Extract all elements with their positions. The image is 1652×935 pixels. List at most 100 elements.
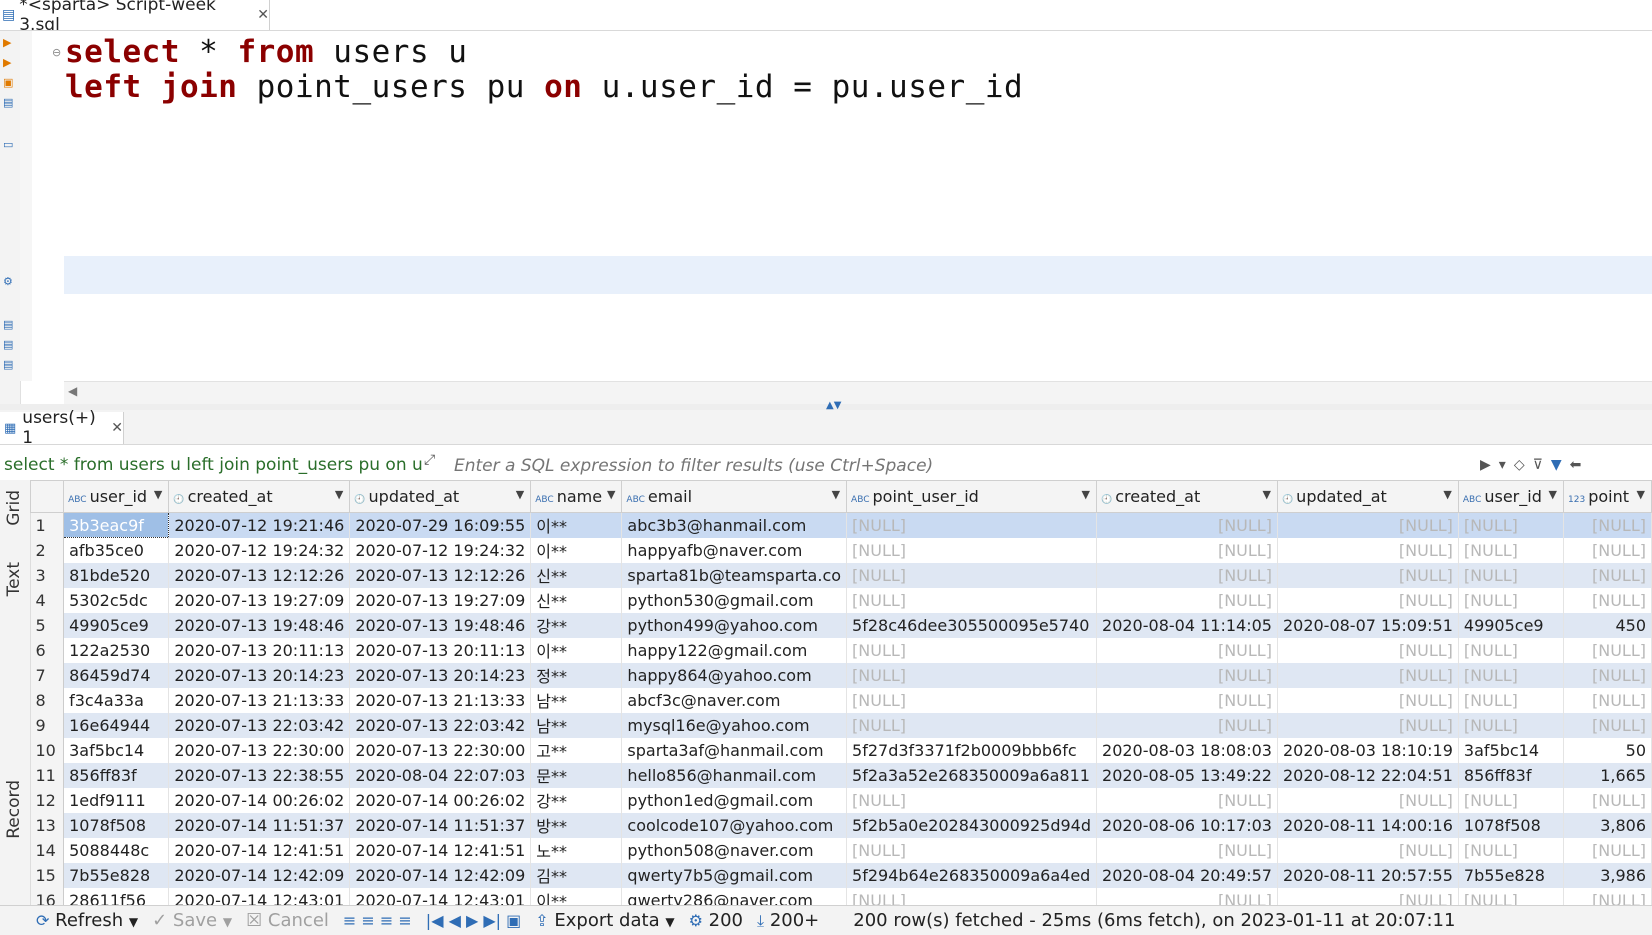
table-cell[interactable]: 5088448c bbox=[63, 837, 170, 863]
table-cell[interactable]: 2020-07-14 12:41:51 bbox=[168, 837, 351, 863]
table-cell[interactable]: 2020-07-14 11:51:37 bbox=[349, 812, 532, 838]
column-header[interactable]: 🕘 updated_at ▼ bbox=[349, 480, 532, 513]
column-header[interactable]: 🕘 created_at ▼ bbox=[1096, 480, 1278, 513]
table-cell[interactable]: python530@gmail.com bbox=[621, 587, 848, 613]
history-dropdown-icon[interactable]: ▾ bbox=[1499, 457, 1506, 473]
navigation-icons[interactable]: |◀ ◀ ▶ ▶| ▣ bbox=[426, 911, 521, 930]
table-cell[interactable]: 2020-07-13 22:30:00 bbox=[168, 737, 351, 763]
table-row[interactable]: 12 1edf9111 2020-07-14 00:26:02 2020-07-14 … bbox=[30, 787, 1652, 813]
table-cell[interactable]: [NULL] bbox=[1096, 587, 1278, 613]
table-cell[interactable]: [NULL] bbox=[846, 787, 1098, 813]
table-row[interactable]: 10 3af5bc14 2020-07-13 22:30:00 2020-07-13 … bbox=[30, 737, 1652, 763]
table-cell[interactable]: [NULL] bbox=[1563, 887, 1652, 905]
table-cell[interactable]: 2020-07-13 19:27:09 bbox=[168, 587, 351, 613]
sort-icon[interactable]: ▼ bbox=[1443, 488, 1451, 501]
table-cell[interactable]: 2020-08-03 18:10:19 bbox=[1277, 737, 1459, 763]
table-cell[interactable]: 2020-07-12 19:24:32 bbox=[349, 537, 532, 563]
table-cell[interactable]: [NULL] bbox=[1563, 662, 1652, 688]
table-cell[interactable]: 81bde520 bbox=[63, 562, 170, 588]
table-cell[interactable]: 2020-08-12 22:04:51 bbox=[1277, 762, 1459, 788]
code-line-2[interactable]: left join point_users pu on u.user_id = … bbox=[65, 69, 1023, 105]
table-cell[interactable]: 2020-07-13 19:48:46 bbox=[349, 612, 532, 638]
table-cell[interactable]: 7b55e828 bbox=[63, 862, 170, 888]
table-cell[interactable]: 1,665 bbox=[1563, 762, 1652, 788]
table-cell[interactable]: hello856@hanmail.com bbox=[621, 762, 848, 788]
table-cell[interactable]: 2020-07-12 19:24:32 bbox=[168, 537, 351, 563]
table-cell[interactable]: [NULL] bbox=[1458, 562, 1565, 588]
table-cell[interactable]: 2020-08-11 20:57:55 bbox=[1277, 862, 1459, 888]
table-cell[interactable]: 5302c5dc bbox=[63, 587, 170, 613]
table-cell[interactable]: 2020-07-13 12:12:26 bbox=[349, 562, 532, 588]
scroll-left-icon[interactable]: ◀ bbox=[68, 384, 77, 398]
table-cell[interactable]: [NULL] bbox=[1277, 537, 1459, 563]
table-cell[interactable]: 정** bbox=[530, 662, 623, 688]
table-cell[interactable]: [NULL] bbox=[1563, 687, 1652, 713]
table-cell[interactable]: [NULL] bbox=[846, 637, 1098, 663]
table-cell[interactable]: 1edf9111 bbox=[63, 787, 170, 813]
table-cell[interactable]: 28611f56 bbox=[63, 887, 170, 905]
table-cell[interactable]: 2020-07-13 20:14:23 bbox=[349, 662, 532, 688]
table-cell[interactable]: mysql16e@yahoo.com bbox=[621, 712, 848, 738]
table-cell[interactable]: 2020-08-05 13:49:22 bbox=[1096, 762, 1278, 788]
table-cell[interactable]: [NULL] bbox=[1096, 512, 1278, 538]
table-cell[interactable]: 문** bbox=[530, 762, 623, 788]
table-cell[interactable]: [NULL] bbox=[1096, 537, 1278, 563]
table-cell[interactable]: [NULL] bbox=[846, 587, 1098, 613]
table-cell[interactable]: 2020-08-04 22:07:03 bbox=[349, 762, 532, 788]
gear-icon[interactable]: ⚙ bbox=[3, 276, 15, 288]
table-cell[interactable]: 2020-07-13 22:03:42 bbox=[168, 712, 351, 738]
table-cell[interactable]: [NULL] bbox=[1096, 562, 1278, 588]
table-cell[interactable]: [NULL] bbox=[1096, 787, 1278, 813]
table-cell[interactable]: [NULL] bbox=[1563, 537, 1652, 563]
table-cell[interactable]: 49905ce9 bbox=[1458, 612, 1565, 638]
table-cell[interactable]: 2020-07-13 19:48:46 bbox=[168, 612, 351, 638]
results-tab[interactable]: ▦ users(+) 1 ✕ bbox=[0, 408, 124, 448]
table-row[interactable]: 11 856ff83f 2020-07-13 22:38:55 2020-08-04 … bbox=[30, 762, 1652, 788]
table-cell[interactable]: 남** bbox=[530, 712, 623, 738]
table-cell[interactable]: 2020-07-13 22:30:00 bbox=[349, 737, 532, 763]
table-cell[interactable]: 고** bbox=[530, 737, 623, 763]
table-cell[interactable]: 2020-07-12 19:21:46 bbox=[168, 512, 351, 538]
table-cell[interactable]: 2020-07-14 12:43:01 bbox=[168, 887, 351, 905]
table-cell[interactable]: 2020-08-03 18:08:03 bbox=[1096, 737, 1278, 763]
table-cell[interactable]: [NULL] bbox=[1277, 687, 1459, 713]
table-cell[interactable]: 방** bbox=[530, 812, 623, 838]
table-cell[interactable]: python499@yahoo.com bbox=[621, 612, 848, 638]
table-cell[interactable]: 2020-07-14 12:43:01 bbox=[349, 887, 532, 905]
table-cell[interactable]: [NULL] bbox=[1458, 587, 1565, 613]
column-header[interactable]: ABC name ▼ bbox=[530, 480, 623, 513]
table-cell[interactable]: 49905ce9 bbox=[63, 612, 170, 638]
table-row[interactable]: 16 28611f56 2020-07-14 12:43:01 2020-07-14 … bbox=[30, 887, 1652, 905]
table-cell[interactable]: [NULL] bbox=[1563, 787, 1652, 813]
table-cell[interactable]: 3af5bc14 bbox=[1458, 737, 1565, 763]
table-cell[interactable]: [NULL] bbox=[1563, 837, 1652, 863]
fold-icon[interactable]: ⊖ bbox=[52, 46, 61, 59]
table-cell[interactable]: 2020-07-14 11:51:37 bbox=[168, 812, 351, 838]
chevron-down-icon[interactable]: ▼ bbox=[129, 915, 138, 929]
table-cell[interactable]: [NULL] bbox=[846, 537, 1098, 563]
table-cell[interactable]: [NULL] bbox=[846, 837, 1098, 863]
table-cell[interactable]: [NULL] bbox=[1458, 837, 1565, 863]
table-row[interactable]: 3 81bde520 2020-07-13 12:12:26 2020-07-13 1… bbox=[30, 562, 1652, 588]
table-cell[interactable]: 김** bbox=[530, 862, 623, 888]
table-row[interactable]: 13 1078f508 2020-07-14 11:51:37 2020-07-14 … bbox=[30, 812, 1652, 838]
table-cell[interactable]: 5f2b5a0e202843000925d94d bbox=[846, 812, 1098, 838]
table-row[interactable]: 6 122a2530 2020-07-13 20:11:13 2020-07-13 2… bbox=[30, 637, 1652, 663]
table-cell[interactable]: [NULL] bbox=[846, 687, 1098, 713]
table-cell[interactable]: 남** bbox=[530, 687, 623, 713]
table-cell[interactable]: 856ff83f bbox=[1458, 762, 1565, 788]
side-tab-record[interactable]: Record bbox=[4, 780, 24, 839]
sort-icon[interactable]: ▼ bbox=[1262, 488, 1270, 501]
table-cell[interactable]: 1078f508 bbox=[63, 812, 170, 838]
table-cell[interactable]: 신** bbox=[530, 587, 623, 613]
table-cell[interactable]: 5f27d3f3371f2b0009bbb6fc bbox=[846, 737, 1098, 763]
sort-icon[interactable]: ▼ bbox=[832, 488, 840, 501]
table-cell[interactable]: [NULL] bbox=[1277, 587, 1459, 613]
table-cell[interactable]: qwerty7b5@gmail.com bbox=[621, 862, 848, 888]
table-cell[interactable]: 5f294b64e268350009a6a4ed bbox=[846, 862, 1098, 888]
column-header[interactable]: 🕘 updated_at ▼ bbox=[1276, 480, 1459, 513]
table-cell[interactable]: [NULL] bbox=[1458, 537, 1565, 563]
code-line-1[interactable]: select * from users u bbox=[65, 34, 467, 70]
table-cell[interactable]: 강** bbox=[530, 787, 623, 813]
table-cell[interactable]: 7b55e828 bbox=[1458, 862, 1565, 888]
